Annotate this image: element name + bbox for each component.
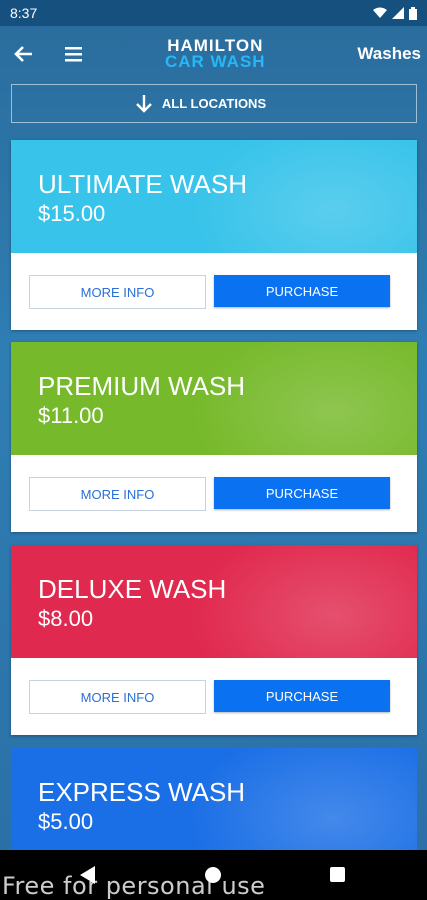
more-info-button[interactable]: MORE INFO	[29, 680, 206, 714]
wash-price: $8.00	[38, 606, 94, 631]
arrow-left-icon[interactable]	[10, 40, 38, 68]
wash-price: $11.00	[38, 403, 104, 428]
wash-price: $5.00	[38, 809, 94, 834]
wash-card-hero: PREMIUM WASH $11.00	[11, 342, 417, 455]
more-info-button[interactable]: MORE INFO	[29, 477, 206, 511]
wash-card-actions: MORE INFO PURCHASE	[11, 455, 417, 532]
watermark-text: Free for personal use	[2, 872, 266, 900]
status-icons	[373, 6, 417, 20]
purchase-button[interactable]: PURCHASE	[214, 477, 390, 509]
hamburger-menu-icon[interactable]	[60, 40, 88, 68]
status-bar: 8:37	[0, 0, 427, 26]
wash-card-hero: DELUXE WASH $8.00	[11, 545, 417, 658]
wash-price: $15.00	[38, 201, 106, 226]
purchase-button[interactable]: PURCHASE	[214, 680, 390, 712]
signal-icon	[392, 7, 404, 19]
more-info-button[interactable]: MORE INFO	[29, 275, 206, 309]
location-selector-button[interactable]: ALL LOCATIONS	[11, 84, 417, 123]
wifi-icon	[373, 7, 387, 18]
wash-card-ultimate: ULTIMATE WASH $15.00 MORE INFO PURCHASE	[11, 140, 417, 330]
wash-name: ULTIMATE WASH	[38, 169, 247, 199]
app-logo: HAMILTON CAR WASH	[165, 37, 266, 71]
page-title: Washes	[357, 44, 421, 63]
wash-card-hero: EXPRESS WASH $5.00	[11, 748, 417, 850]
wash-card-deluxe: DELUXE WASH $8.00 MORE INFO PURCHASE	[11, 545, 417, 735]
wash-name: PREMIUM WASH	[38, 371, 246, 401]
wash-card-premium: PREMIUM WASH $11.00 MORE INFO PURCHASE	[11, 342, 417, 532]
arrow-down-icon	[136, 95, 152, 113]
location-label: ALL LOCATIONS	[161, 96, 267, 111]
nav-recents-icon[interactable]	[330, 867, 345, 882]
app-bar: HAMILTON CAR WASH Washes	[0, 26, 427, 82]
wash-name: EXPRESS WASH	[38, 777, 246, 807]
battery-icon	[409, 6, 417, 20]
wash-card-actions: MORE INFO PURCHASE	[11, 658, 417, 735]
wash-card-express: EXPRESS WASH $5.00	[11, 748, 417, 850]
logo-line2: CAR WASH	[165, 52, 266, 71]
wash-card-actions: MORE INFO PURCHASE	[11, 253, 417, 330]
purchase-button[interactable]: PURCHASE	[214, 275, 390, 307]
wash-name: DELUXE WASH	[38, 574, 227, 604]
wash-card-hero: ULTIMATE WASH $15.00	[11, 140, 417, 253]
status-time: 8:37	[10, 5, 38, 21]
